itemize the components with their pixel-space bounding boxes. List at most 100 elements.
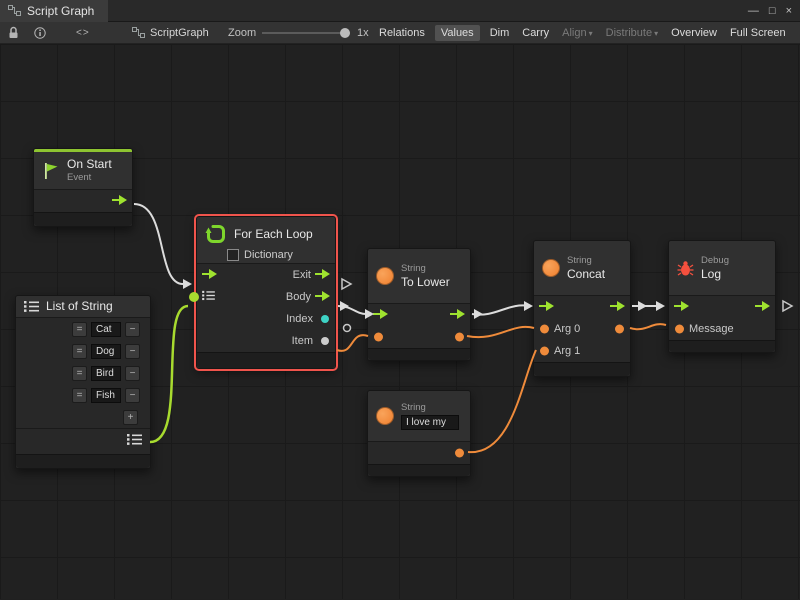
wire-arrowhead-icon bbox=[474, 309, 483, 319]
port-label-item: Item bbox=[292, 335, 313, 347]
graph-canvas[interactable]: On Start Event List of String bbox=[0, 44, 800, 599]
dictionary-label: Dictionary bbox=[244, 249, 293, 261]
toolbar-buttons: Relations Values Dim Carry Align▾ Distri… bbox=[376, 25, 789, 41]
list-item-field[interactable] bbox=[91, 388, 121, 403]
graph-toolbar: <> ScriptGraph Zoom 1x Relations Values … bbox=[0, 22, 800, 44]
window-controls: — □ × bbox=[748, 0, 792, 22]
node-header[interactable]: On Start Event bbox=[34, 152, 132, 189]
port-result-out[interactable] bbox=[455, 333, 464, 342]
wire-tolower-arg0 bbox=[467, 327, 534, 337]
info-icon[interactable] bbox=[34, 27, 46, 39]
node-string-concat[interactable]: String Concat Arg 0 Arg 1 bbox=[533, 240, 631, 377]
remove-item-button[interactable]: − bbox=[125, 344, 140, 359]
port-index-out[interactable] bbox=[321, 315, 329, 323]
node-title: To Lower bbox=[401, 276, 450, 289]
drag-handle[interactable]: = bbox=[72, 388, 87, 403]
port-result-out[interactable] bbox=[615, 325, 624, 334]
port-item-out[interactable] bbox=[321, 337, 329, 345]
string-circle-icon bbox=[376, 407, 394, 425]
wire-item-tolower bbox=[337, 335, 368, 351]
port-exit-out[interactable] bbox=[315, 266, 330, 284]
window-tab-bar: Script Graph — □ × bbox=[0, 0, 800, 22]
fullscreen-button[interactable]: Full Screen bbox=[727, 25, 789, 41]
port-string-in[interactable] bbox=[374, 333, 383, 342]
wire-arrowhead-icon bbox=[183, 279, 192, 289]
port-flow-in[interactable] bbox=[539, 298, 554, 316]
port-flow-in[interactable] bbox=[674, 298, 689, 316]
minimize-button[interactable]: — bbox=[748, 5, 759, 17]
node-header[interactable]: For Each Loop bbox=[197, 217, 335, 247]
port-flow-out[interactable] bbox=[610, 298, 625, 316]
port-message-in[interactable] bbox=[675, 325, 684, 334]
port-flow-in[interactable] bbox=[202, 266, 217, 284]
port-list-out[interactable] bbox=[127, 433, 142, 451]
node-header[interactable]: String Concat bbox=[534, 241, 630, 295]
relations-button[interactable]: Relations bbox=[376, 25, 428, 41]
align-dropdown[interactable]: Align▾ bbox=[559, 25, 595, 41]
node-header[interactable]: String bbox=[368, 391, 470, 441]
close-button[interactable]: × bbox=[786, 5, 792, 17]
port-arg1-in[interactable] bbox=[540, 347, 549, 356]
node-header[interactable]: String To Lower bbox=[368, 249, 470, 303]
node-header[interactable]: List of String bbox=[16, 296, 150, 317]
list-item-row: = − bbox=[16, 340, 150, 362]
wire-arrowhead-icon bbox=[524, 301, 533, 311]
list-item-row: = − bbox=[16, 318, 150, 340]
node-string-literal[interactable]: String bbox=[367, 390, 471, 477]
port-arg0-in[interactable] bbox=[540, 325, 549, 334]
carry-button[interactable]: Carry bbox=[519, 25, 552, 41]
zoom-slider-track[interactable] bbox=[262, 32, 350, 34]
zoom-label: Zoom bbox=[228, 27, 256, 39]
node-header[interactable]: Debug Log bbox=[669, 241, 775, 295]
graph-icon bbox=[8, 5, 21, 16]
values-button[interactable]: Values bbox=[435, 25, 480, 41]
tab-script-graph[interactable]: Script Graph bbox=[0, 0, 108, 22]
port-flow-in[interactable] bbox=[373, 306, 388, 324]
list-item-field[interactable] bbox=[91, 366, 121, 381]
list-item-field[interactable] bbox=[91, 322, 121, 337]
port-flow-out[interactable] bbox=[450, 306, 465, 324]
remove-item-button[interactable]: − bbox=[125, 322, 140, 337]
node-string-to-lower[interactable]: String To Lower bbox=[367, 248, 471, 361]
maximize-button[interactable]: □ bbox=[769, 5, 776, 17]
port-label-arg0: Arg 0 bbox=[554, 323, 580, 335]
port-label-message: Message bbox=[689, 323, 734, 335]
code-icon[interactable]: <> bbox=[76, 27, 90, 38]
list-item-field[interactable] bbox=[91, 344, 121, 359]
node-title: On Start bbox=[67, 158, 112, 171]
drag-handle[interactable]: = bbox=[72, 366, 87, 381]
zoom-slider-thumb[interactable] bbox=[340, 28, 350, 38]
remove-item-button[interactable]: − bbox=[125, 388, 140, 403]
list-icon bbox=[202, 288, 215, 306]
node-list-of-string[interactable]: List of String = − = − = − = − bbox=[15, 295, 151, 469]
port-list-in[interactable] bbox=[189, 292, 199, 302]
graph-breadcrumb[interactable]: ScriptGraph bbox=[132, 27, 209, 39]
port-body-out[interactable] bbox=[315, 288, 330, 306]
dropdown-arrow-icon: ▾ bbox=[589, 29, 593, 38]
overview-button[interactable]: Overview bbox=[668, 25, 720, 41]
node-debug-log[interactable]: Debug Log Message bbox=[668, 240, 776, 353]
dim-button[interactable]: Dim bbox=[487, 25, 513, 41]
string-circle-icon bbox=[376, 267, 394, 285]
dictionary-checkbox[interactable] bbox=[227, 249, 239, 261]
node-category: String bbox=[567, 256, 605, 266]
port-label-exit: Exit bbox=[293, 269, 311, 281]
port-value-out[interactable] bbox=[455, 449, 464, 458]
port-flow-out[interactable] bbox=[755, 298, 770, 316]
node-title: Concat bbox=[567, 268, 605, 281]
lock-icon[interactable] bbox=[8, 26, 19, 39]
node-for-each-loop[interactable]: For Each Loop Dictionary Exit bbox=[196, 216, 336, 369]
drag-handle[interactable]: = bbox=[72, 344, 87, 359]
port-flow-out[interactable] bbox=[112, 192, 127, 210]
unconnected-flow-icon bbox=[342, 279, 351, 289]
zoom-slider[interactable] bbox=[262, 27, 350, 39]
distribute-dropdown[interactable]: Distribute▾ bbox=[603, 25, 661, 41]
node-on-start[interactable]: On Start Event bbox=[33, 148, 133, 227]
list-icon bbox=[127, 433, 142, 446]
add-item-button[interactable]: + bbox=[123, 410, 138, 425]
drag-handle[interactable]: = bbox=[72, 322, 87, 337]
string-value-field[interactable] bbox=[401, 415, 459, 430]
tab-title: Script Graph bbox=[27, 4, 94, 18]
dropdown-arrow-icon: ▾ bbox=[654, 29, 658, 38]
remove-item-button[interactable]: − bbox=[125, 366, 140, 381]
